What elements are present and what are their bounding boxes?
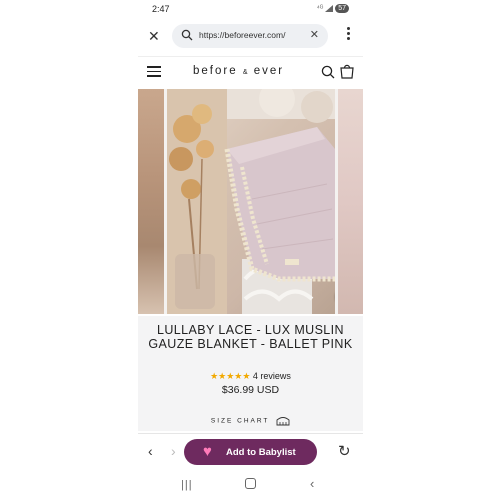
system-back-icon[interactable]: ‹ <box>310 476 314 491</box>
more-vert-icon[interactable] <box>347 27 351 42</box>
forward-arrow-icon[interactable]: › <box>171 443 176 459</box>
back-arrow-icon[interactable]: ‹ <box>148 443 153 459</box>
add-to-babylist-button[interactable]: ♥ Add to Babylist <box>184 439 317 465</box>
product-info: LULLABY LACE - LUX MUSLIN GAUZE BLANKET … <box>138 316 363 431</box>
recent-apps-icon[interactable]: ||| <box>181 479 193 491</box>
reload-icon[interactable]: ↻ <box>338 442 351 460</box>
clear-icon[interactable]: ✕ <box>310 29 319 41</box>
logo-ampersand: & <box>242 69 249 76</box>
product-rating[interactable]: ★★★★★ 4 reviews <box>138 371 363 382</box>
signal-icon: ⁴ᴳ <box>316 5 324 12</box>
size-chart-link[interactable]: SIZE CHART <box>138 416 363 426</box>
next-product-image[interactable] <box>338 89 363 314</box>
url-bar[interactable]: https://beforeever.com/ ✕ <box>172 24 328 48</box>
status-icons: ⁴ᴳ 57 <box>317 4 349 13</box>
add-to-babylist-label: Add to Babylist <box>226 447 296 458</box>
previous-product-image[interactable] <box>138 89 164 314</box>
blanket-photo <box>167 89 335 314</box>
star-rating-icon: ★★★★★ <box>210 371 251 381</box>
shopping-bag-icon[interactable] <box>340 63 354 79</box>
heart-icon: ♥ <box>203 443 212 460</box>
product-price: $36.99 USD <box>221 384 280 396</box>
home-icon[interactable] <box>245 478 256 489</box>
system-nav-bar: ||| ‹ <box>138 470 363 500</box>
status-time: 2:47 <box>152 4 170 14</box>
bottom-toolbar: ‹ › ♥ Add to Babylist ↻ <box>138 433 363 470</box>
phone-screen: 2:47 ⁴ᴳ 57 ✕ https://beforeever.com/ ✕ b… <box>138 0 363 500</box>
site-header: before & ever <box>138 56 363 87</box>
status-bar: 2:47 ⁴ᴳ 57 <box>138 0 363 18</box>
size-chart-label: SIZE CHART <box>210 417 270 425</box>
search-icon <box>181 29 193 41</box>
site-logo[interactable]: before & ever <box>193 65 284 77</box>
battery-icon: 57 <box>335 4 349 13</box>
product-image[interactable] <box>167 89 335 314</box>
close-icon[interactable]: ✕ <box>148 28 160 44</box>
logo-text-ever: ever <box>253 65 285 77</box>
search-icon[interactable] <box>321 65 335 79</box>
url-text: https://beforeever.com/ <box>199 30 286 40</box>
review-count[interactable]: 4 reviews <box>253 371 291 381</box>
ruler-icon <box>276 417 290 426</box>
hamburger-menu-icon[interactable] <box>147 66 161 80</box>
product-title: LULLABY LACE - LUX MUSLIN GAUZE BLANKET … <box>148 323 353 351</box>
logo-text-before: before <box>193 65 238 77</box>
product-image-carousel[interactable] <box>138 89 363 314</box>
cell-signal-icon <box>325 5 334 12</box>
browser-bar: ✕ https://beforeever.com/ ✕ <box>138 22 363 52</box>
